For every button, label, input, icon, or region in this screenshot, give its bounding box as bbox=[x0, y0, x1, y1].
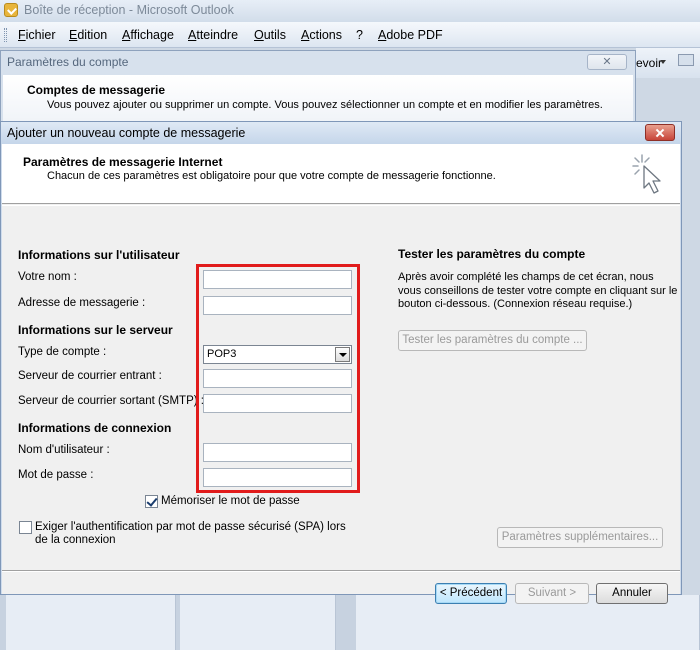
server-info-heading: Informations sur le serveur bbox=[18, 323, 173, 337]
password-label: Mot de passe : bbox=[18, 469, 94, 481]
navigation-pane bbox=[6, 595, 176, 650]
test-settings-heading: Tester les paramètres du compte bbox=[398, 247, 586, 261]
account-settings-window: Paramètres du compte ✕ Comptes de messag… bbox=[0, 50, 636, 130]
chevron-down-icon[interactable] bbox=[335, 347, 350, 362]
account-type-select[interactable]: POP3 bbox=[203, 345, 352, 364]
remember-password-checkbox[interactable] bbox=[145, 495, 158, 508]
email-accounts-heading: Comptes de messagerie bbox=[27, 83, 166, 97]
menu-outils[interactable]: Outils bbox=[254, 28, 286, 42]
login-info-heading: Informations de connexion bbox=[18, 421, 172, 435]
spa-label-line1[interactable]: Exiger l'authentification par mot de pas… bbox=[35, 521, 346, 533]
send-receive-toolbar: evoir bbox=[636, 48, 700, 78]
menu-edition[interactable]: Edition bbox=[69, 28, 107, 42]
wizard-header-description: Chacun de ces paramètres est obligatoire… bbox=[47, 170, 496, 182]
password-input[interactable] bbox=[203, 468, 352, 487]
outlook-window-title: Boîte de réception - Microsoft Outlook bbox=[24, 3, 234, 17]
header-divider bbox=[2, 205, 680, 206]
menu-affichage[interactable]: Affichage bbox=[122, 28, 174, 42]
incoming-server-input[interactable] bbox=[203, 369, 352, 388]
dialog-title-bar[interactable]: Ajouter un nouveau compte de messagerie bbox=[1, 122, 681, 144]
dialog-close-button[interactable] bbox=[645, 124, 675, 141]
menu-fichier[interactable]: Fichier bbox=[18, 28, 56, 42]
email-input[interactable] bbox=[203, 296, 352, 315]
account-type-label: Type de compte : bbox=[18, 346, 107, 358]
username-label: Nom d'utilisateur : bbox=[18, 444, 110, 456]
cancel-button[interactable]: Annuler bbox=[596, 583, 668, 604]
spa-checkbox[interactable] bbox=[19, 521, 32, 534]
cursor-sparkle-icon bbox=[632, 154, 661, 194]
username-input[interactable] bbox=[203, 443, 352, 462]
account-type-value: POP3 bbox=[207, 348, 237, 360]
remember-password-label[interactable]: Mémoriser le mot de passe bbox=[161, 495, 300, 507]
wizard-header-title: Paramètres de messagerie Internet bbox=[23, 155, 223, 169]
name-input[interactable] bbox=[203, 270, 352, 289]
menu-adobe-pdf[interactable]: Adobe PDF bbox=[378, 28, 443, 42]
chevron-down-icon[interactable] bbox=[660, 60, 666, 64]
add-email-account-dialog: Ajouter un nouveau compte de messagerie … bbox=[0, 121, 682, 604]
wizard-header: Paramètres de messagerie Internet Chacun… bbox=[2, 144, 680, 204]
more-settings-button[interactable]: Paramètres supplémentaires... bbox=[497, 527, 663, 548]
dialog-client-area: Paramètres de messagerie Internet Chacun… bbox=[2, 144, 680, 604]
user-info-heading: Informations sur l'utilisateur bbox=[18, 248, 180, 262]
test-account-settings-button[interactable]: Tester les paramètres du compte ... bbox=[398, 330, 587, 351]
email-accounts-description: Vous pouvez ajouter ou supprimer un comp… bbox=[47, 99, 603, 111]
outlook-app-icon bbox=[4, 3, 18, 17]
send-receive-button[interactable]: evoir bbox=[636, 56, 662, 70]
test-settings-description: Après avoir complété les champs de cet é… bbox=[398, 271, 678, 310]
email-label: Adresse de messagerie : bbox=[18, 297, 146, 309]
message-list-pane bbox=[180, 595, 336, 650]
menu-atteindre[interactable]: Atteindre bbox=[188, 28, 238, 42]
name-label: Votre nom : bbox=[18, 271, 77, 283]
menu-help[interactable]: ? bbox=[356, 28, 363, 42]
dialog-title: Ajouter un nouveau compte de messagerie bbox=[7, 126, 246, 140]
spa-label-line2[interactable]: de la connexion bbox=[35, 534, 116, 546]
footer-divider bbox=[2, 570, 680, 572]
outgoing-server-label: Serveur de courrier sortant (SMTP) : bbox=[18, 395, 204, 407]
account-settings-title: Paramètres du compte bbox=[7, 55, 129, 69]
outlook-title-bar: Boîte de réception - Microsoft Outlook bbox=[0, 0, 700, 22]
envelope-icon[interactable] bbox=[678, 54, 694, 66]
menu-actions[interactable]: Actions bbox=[301, 28, 342, 42]
incoming-server-label: Serveur de courrier entrant : bbox=[18, 370, 162, 382]
outgoing-server-input[interactable] bbox=[203, 394, 352, 413]
account-settings-close-button[interactable]: ✕ bbox=[587, 54, 627, 70]
toolbar-grip-handle[interactable] bbox=[4, 28, 7, 42]
next-button[interactable]: Suivant > bbox=[515, 583, 589, 604]
back-button[interactable]: < Précédent bbox=[435, 583, 507, 604]
outlook-menu-bar: Fichier Edition Affichage Atteindre Outi… bbox=[0, 22, 700, 48]
